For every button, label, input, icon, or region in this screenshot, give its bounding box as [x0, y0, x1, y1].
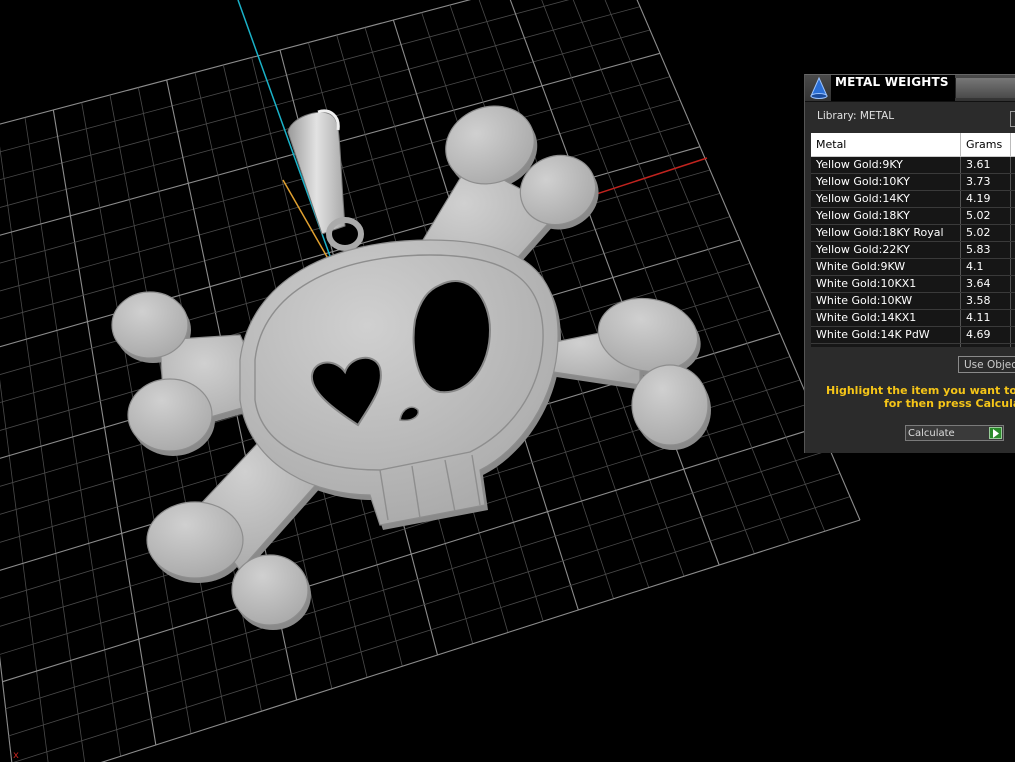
metal-table[interactable]: Metal Grams Yellow Gold:9KY 3.61 Yellow Go… [811, 133, 1015, 347]
library-dropdown-button[interactable] [1010, 111, 1015, 127]
extra-cell [1011, 344, 1015, 347]
grid-line [100, 519, 861, 762]
metal-name-cell: White Gold:9KW [811, 259, 961, 275]
column-header-extra [1011, 133, 1015, 156]
grams-cell: 5.83 [961, 242, 1011, 258]
pendant-body [111, 105, 709, 626]
metal-name-cell: White Gold:14KW [811, 344, 961, 347]
table-body: Yellow Gold:9KY 3.61 Yellow Gold:10KY 3.73 Y… [811, 157, 1015, 347]
extra-cell [1011, 293, 1015, 309]
extra-cell [1011, 191, 1015, 207]
grams-cell: 3.64 [961, 276, 1011, 292]
panel-header: METAL WEIGHTS [805, 75, 1015, 102]
table-row[interactable]: White Gold:10KW 3.58 [811, 293, 1015, 310]
use-object-button[interactable]: Use Object [958, 356, 1015, 373]
metal-name-cell: White Gold:10KX1 [811, 276, 961, 292]
grid-line [604, 0, 826, 532]
grid-line [541, 0, 755, 554]
grid-line [572, 0, 790, 543]
library-label: Library: METAL [817, 110, 895, 122]
panel-title: METAL WEIGHTS [831, 75, 955, 101]
extra-cell [1011, 259, 1015, 275]
cone-icon [807, 76, 831, 100]
extra-cell [1011, 157, 1015, 173]
extra-cell [1011, 276, 1015, 292]
instruction-line-2: for then press Calculate [884, 397, 1015, 410]
metal-name-cell: White Gold:14K PdW [811, 327, 961, 343]
table-row[interactable]: Yellow Gold:9KY 3.61 [811, 157, 1015, 174]
column-header-grams[interactable]: Grams [961, 133, 1011, 156]
axis-marker-label: x [13, 750, 19, 761]
extra-cell [1011, 242, 1015, 258]
grams-cell: 5.02 [961, 208, 1011, 224]
metal-name-cell: Yellow Gold:18KY Royal [811, 225, 961, 241]
grams-cell: 3.61 [961, 157, 1011, 173]
extra-cell [1011, 327, 1015, 343]
table-row[interactable]: Yellow Gold:22KY 5.83 [811, 242, 1015, 259]
extra-cell [1011, 174, 1015, 190]
metal-name-cell: White Gold:10KW [811, 293, 961, 309]
grams-cell: 5.02 [961, 225, 1011, 241]
extra-cell [1011, 225, 1015, 241]
grams-cell: 3.73 [961, 174, 1011, 190]
grams-cell: 4.11 [961, 310, 1011, 326]
grams-cell: 3.58 [961, 293, 1011, 309]
metal-name-cell: Yellow Gold:14KY [811, 191, 961, 207]
table-row[interactable]: White Gold:10KX1 3.64 [811, 276, 1015, 293]
play-arrow-icon [989, 427, 1002, 439]
table-row[interactable]: White Gold:14K PdW 4.69 [811, 327, 1015, 344]
calculate-button[interactable]: Calculate [905, 425, 1004, 441]
skull-pendant-model[interactable] [111, 94, 711, 630]
calculate-label: Calculate [908, 428, 955, 439]
metal-weights-panel: METAL WEIGHTS Library: METAL Metal Grams… [804, 74, 1015, 453]
metal-name-cell: Yellow Gold:10KY [811, 174, 961, 190]
grid-line [0, 146, 86, 762]
table-row[interactable]: Yellow Gold:10KY 3.73 [811, 174, 1015, 191]
table-row[interactable]: Yellow Gold:14KY 4.19 [811, 191, 1015, 208]
grid-line [0, 379, 49, 762]
table-header: Metal Grams [811, 133, 1015, 157]
instruction-line-1: Highlight the item you want to find [826, 384, 1015, 397]
grams-cell: 4.19 [961, 191, 1011, 207]
grams-cell: 4.69 [961, 327, 1011, 343]
table-row[interactable]: White Gold:14KW3.84 [811, 344, 1015, 347]
grams-cell: 4.1 [961, 259, 1011, 275]
table-row[interactable]: Yellow Gold:18KY Royal 5.02 [811, 225, 1015, 242]
panel-tab[interactable] [955, 78, 1015, 98]
extra-cell [1011, 310, 1015, 326]
table-row[interactable]: White Gold:9KW 4.1 [811, 259, 1015, 276]
metal-name-cell: Yellow Gold:9KY [811, 157, 961, 173]
extra-cell [1011, 208, 1015, 224]
grams-cell: 3.84 [961, 344, 1011, 347]
column-header-metal[interactable]: Metal [811, 133, 961, 156]
table-row[interactable]: Yellow Gold:18KY 5.02 [811, 208, 1015, 225]
metal-name-cell: Yellow Gold:22KY [811, 242, 961, 258]
table-row[interactable]: White Gold:14KX1 4.11 [811, 310, 1015, 327]
metal-name-cell: Yellow Gold:18KY [811, 208, 961, 224]
metal-name-cell: White Gold:14KX1 [811, 310, 961, 326]
